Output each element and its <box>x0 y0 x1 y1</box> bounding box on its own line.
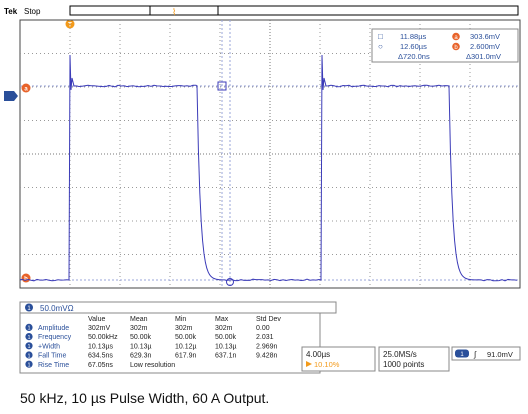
meas-header-mean: Mean <box>130 316 148 323</box>
measurement-min: 302m <box>175 325 193 332</box>
measurement-max: 10.13µ <box>215 343 237 350</box>
meas-header-max: Max <box>215 316 229 323</box>
measurement-source-label: 1 <box>27 363 30 369</box>
measurement-std: 2.031 <box>256 334 274 341</box>
cursor-1-value: 303.6mV <box>470 32 500 41</box>
measurement-mean: 302m <box>130 325 148 332</box>
measurement-value: 50.00kHz <box>88 334 118 341</box>
measurement-mean: 629.3n <box>130 353 152 360</box>
cursor-delta-value: Δ301.0mV <box>466 52 501 61</box>
measurement-name: Rise Time <box>38 362 69 369</box>
sample-rate: 25.0MS/s <box>383 350 417 359</box>
trigger-position-mini-marker: ⌇ <box>172 7 176 17</box>
cursor-circle-symbol: ○ <box>378 42 383 51</box>
measurement-std: 9.428n <box>256 353 278 360</box>
channel-1-scale: 50.0mVΩ <box>40 304 74 313</box>
measurement-max: 50.00k <box>215 334 237 341</box>
measurement-min: 10.12µ <box>175 343 197 350</box>
run-state-label: Stop <box>24 7 41 16</box>
measurement-mean: 50.00k <box>130 334 152 341</box>
measurement-source-label: 1 <box>27 326 30 332</box>
channel-1-ground-marker[interactable] <box>4 91 18 101</box>
measurement-min: 617.9n <box>175 353 197 360</box>
cursor-2-time: 12.60µs <box>400 42 427 51</box>
measurement-min: 50.00k <box>175 334 197 341</box>
measurement-value: 634.5ns <box>88 353 113 360</box>
measurement-mean: Low resolution <box>130 362 175 369</box>
meas-header-min: Min <box>175 316 186 323</box>
trigger-position-label: T <box>68 23 72 29</box>
measurement-mean: 10.13µ <box>130 343 152 350</box>
measurement-source-label: 1 <box>27 353 30 359</box>
horizontal-scale: 4.00µs <box>306 350 330 359</box>
record-view-bar[interactable] <box>70 6 518 15</box>
meas-header-stddev: Std Dev <box>256 316 281 323</box>
measurement-value: 67.05ns <box>88 362 113 369</box>
oscilloscope-screen: Tek Stop ⌇ T a b □ 11.88µs a 303.6mV ○ 1… <box>0 0 528 414</box>
measurement-name: Frequency <box>38 334 72 341</box>
measurement-max: 302m <box>215 325 233 332</box>
figure-caption: 50 kHz, 10 µs Pulse Width, 60 A Output. <box>20 390 269 406</box>
cursor-square-symbol: □ <box>378 32 383 41</box>
cursor-delta-time: Δ720.0ns <box>398 52 430 61</box>
measurement-source-label: 1 <box>27 344 30 350</box>
horizontal-position: 10.10% <box>314 360 340 369</box>
measurement-std: 2.969n <box>256 343 278 350</box>
measurement-std: 0.00 <box>256 325 270 332</box>
trigger-level: 91.0mV <box>487 350 513 359</box>
cursor-1-time: 11.88µs <box>400 32 427 41</box>
measurement-name: +Width <box>38 343 60 350</box>
waveform-trace <box>20 55 517 281</box>
measurement-value: 10.13µs <box>88 343 114 350</box>
measurement-name: Amplitude <box>38 325 69 332</box>
record-length: 1000 points <box>383 360 424 369</box>
brand-label: Tek <box>4 7 18 16</box>
measurement-name: Fall Time <box>38 353 67 360</box>
measurement-max: 637.1n <box>215 353 237 360</box>
measurement-value: 302mV <box>88 325 111 332</box>
measurement-source-label: 1 <box>27 335 30 341</box>
record-view-window[interactable] <box>150 6 218 15</box>
cursor-2-value: 2.600mV <box>470 42 500 51</box>
meas-header-value: Value <box>88 316 105 323</box>
